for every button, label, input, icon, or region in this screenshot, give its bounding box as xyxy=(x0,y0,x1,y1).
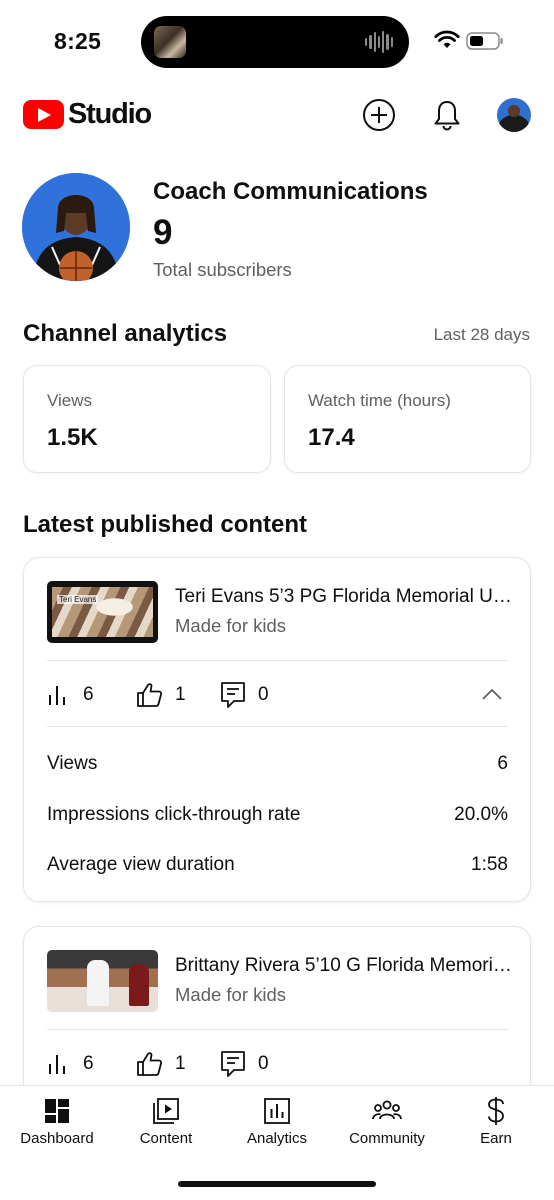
subscriber-label: Total subscribers xyxy=(153,259,292,280)
nav-analytics[interactable]: Analytics xyxy=(222,1086,332,1156)
comments-stat: 0 xyxy=(220,1049,269,1079)
analytics-icon xyxy=(262,1096,292,1126)
channel-summary: Coach Communications 9 Total subscribers xyxy=(0,173,554,283)
create-button[interactable] xyxy=(362,98,396,132)
account-avatar[interactable] xyxy=(497,98,531,132)
detail-row-views: Views 6 xyxy=(47,753,508,775)
nav-label: Dashboard xyxy=(20,1130,94,1147)
video-audience: Made for kids xyxy=(175,615,287,636)
content-icon xyxy=(151,1096,181,1126)
detail-value: 20.0% xyxy=(454,804,508,825)
comment-icon xyxy=(221,682,245,708)
metric-value: 1.5K xyxy=(47,424,98,451)
divider xyxy=(47,1029,508,1030)
dashboard-icon xyxy=(42,1096,72,1126)
home-indicator[interactable] xyxy=(178,1181,376,1187)
chevron-up-icon[interactable] xyxy=(480,684,504,706)
channel-avatar[interactable] xyxy=(22,173,130,281)
latest-content-heading: Latest published content xyxy=(23,511,308,538)
views-stat: 6 xyxy=(47,680,94,710)
watch-time-metric-card[interactable]: Watch time (hours) 17.4 xyxy=(284,365,531,473)
studio-logo[interactable]: Studio xyxy=(23,98,152,131)
nav-dashboard[interactable]: Dashboard xyxy=(2,1086,112,1156)
detail-value: 6 xyxy=(497,753,508,774)
comment-icon xyxy=(221,1051,245,1077)
detail-row-ctr: Impressions click-through rate 20.0% xyxy=(47,804,508,826)
video-stats-row: 6 1 0 xyxy=(47,680,508,710)
create-icon xyxy=(363,99,395,131)
detail-label: Views xyxy=(47,753,98,774)
bar-chart-icon xyxy=(49,686,65,705)
status-time: 8:25 xyxy=(54,28,102,54)
community-icon xyxy=(372,1096,402,1126)
battery-icon xyxy=(466,32,503,50)
detail-label: Average view duration xyxy=(47,854,235,875)
bar-chart-icon xyxy=(49,1055,65,1074)
video-audience: Made for kids xyxy=(175,984,287,1005)
detail-label: Impressions click-through rate xyxy=(47,804,301,825)
logo-text: Studio xyxy=(68,98,152,130)
video-card: Teri Evans Teri Evans 5’3 PG Florida Mem… xyxy=(23,557,531,902)
divider xyxy=(47,726,508,727)
views-count: 6 xyxy=(83,1053,94,1074)
thumbnail-text: Teri Evans xyxy=(57,595,99,604)
nav-community[interactable]: Community xyxy=(332,1086,442,1156)
detail-value: 1:58 xyxy=(471,854,508,875)
channel-name: Coach Communications xyxy=(153,178,428,205)
channel-analytics-heading: Channel analytics xyxy=(23,320,228,347)
views-count: 6 xyxy=(83,684,94,705)
video-thumbnail[interactable] xyxy=(47,950,158,1012)
nav-earn[interactable]: Earn xyxy=(441,1086,551,1156)
metric-label: Views xyxy=(47,391,93,410)
video-title[interactable]: Teri Evans 5’3 PG Florida Memorial Unive… xyxy=(175,586,515,608)
views-stat: 6 xyxy=(47,1049,94,1079)
youtube-play-icon xyxy=(23,100,64,129)
likes-count: 1 xyxy=(175,684,186,705)
wifi-icon xyxy=(434,30,460,48)
nav-label: Earn xyxy=(480,1130,512,1147)
likes-stat: 1 xyxy=(136,680,186,710)
now-playing-thumbnail xyxy=(154,26,186,58)
views-metric-card[interactable]: Views 1.5K xyxy=(23,365,271,473)
likes-stat: 1 xyxy=(136,1049,186,1079)
bell-icon xyxy=(434,101,460,131)
channel-avatar-image xyxy=(22,173,130,281)
metric-label: Watch time (hours) xyxy=(308,391,451,410)
analytics-date-range: Last 28 days xyxy=(433,325,530,344)
app-header: Studio xyxy=(0,90,554,140)
thumbnail-figure xyxy=(129,964,149,1006)
audio-waveform-icon xyxy=(365,30,393,54)
notifications-button[interactable] xyxy=(430,98,464,132)
thumbs-up-icon xyxy=(137,1052,163,1076)
video-title[interactable]: Brittany Rivera 5’10 G Florida Memorial … xyxy=(175,955,515,977)
video-stats-row: 6 1 0 xyxy=(47,1049,508,1079)
metric-value: 17.4 xyxy=(308,424,355,451)
nav-label: Analytics xyxy=(246,1130,308,1147)
nav-label: Community xyxy=(349,1130,425,1147)
subscriber-count: 9 xyxy=(153,213,173,252)
thumbnail-figure xyxy=(87,960,109,1006)
nav-label: Content xyxy=(139,1130,193,1147)
divider xyxy=(47,660,508,661)
comments-count: 0 xyxy=(258,1053,269,1074)
comments-count: 0 xyxy=(258,684,269,705)
detail-row-avg-duration: Average view duration 1:58 xyxy=(47,854,508,876)
comments-stat: 0 xyxy=(220,680,269,710)
video-thumbnail[interactable]: Teri Evans xyxy=(47,581,158,643)
nav-content[interactable]: Content xyxy=(111,1086,221,1156)
dynamic-island[interactable] xyxy=(141,16,409,68)
status-bar: 8:25 xyxy=(0,0,554,84)
likes-count: 1 xyxy=(175,1053,186,1074)
thumbs-up-icon xyxy=(137,683,163,707)
earn-icon xyxy=(481,1096,511,1126)
